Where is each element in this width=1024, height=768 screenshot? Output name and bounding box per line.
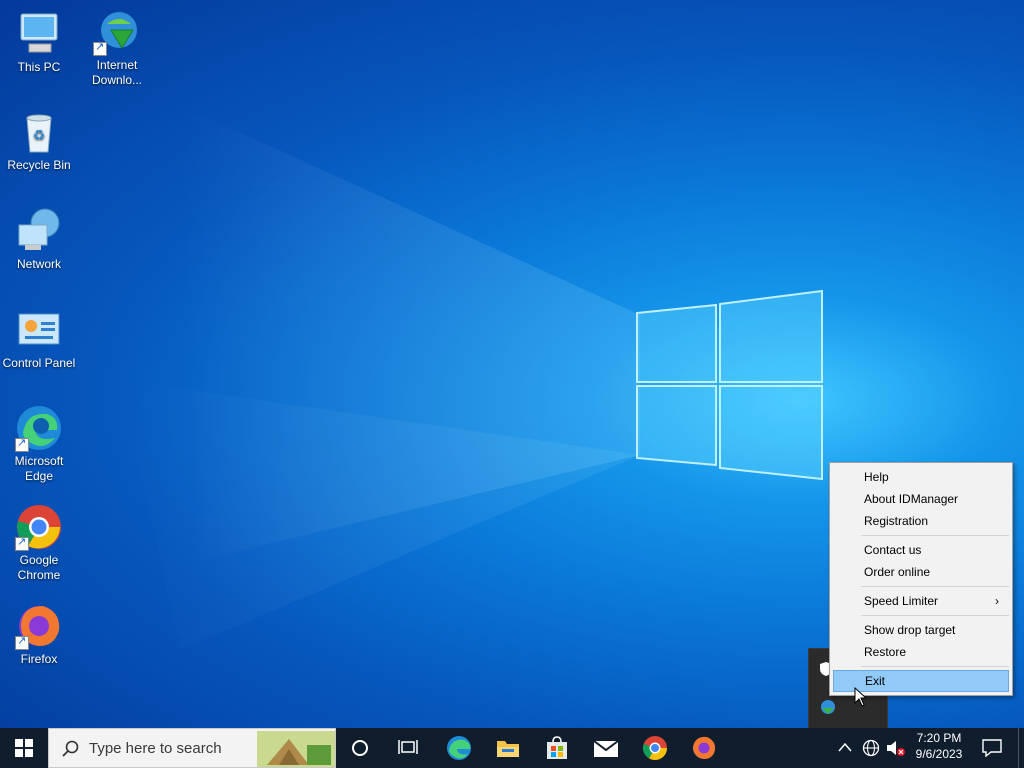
idm-tray-icon[interactable]: [819, 699, 837, 720]
desktop-icon-this-pc[interactable]: This PC: [0, 10, 78, 75]
taskbar-edge[interactable]: [435, 728, 483, 768]
chrome-icon: [642, 736, 667, 761]
chevron-right-icon: ›: [995, 594, 999, 608]
task-view-button[interactable]: [384, 728, 432, 768]
network-status-button[interactable]: [862, 739, 880, 762]
menu-separator: [861, 666, 1009, 667]
desktop-icon-label: Google Chrome: [17, 553, 61, 582]
clock-date: 9/6/2023: [915, 747, 963, 761]
cortana-button[interactable]: [336, 728, 384, 768]
shortcut-arrow-icon: [15, 436, 29, 452]
shortcut-arrow-icon: [15, 634, 29, 650]
taskbar-microsoft-store[interactable]: [533, 728, 581, 768]
desktop-icon-label: This PC: [17, 60, 61, 74]
network-icon: [15, 207, 63, 255]
this-pc-icon: [15, 10, 63, 58]
menu-item-show-drop-target[interactable]: Show drop target: [833, 619, 1009, 641]
desktop-icon-label: Firefox: [20, 652, 58, 666]
mail-icon: [593, 740, 619, 757]
search-placeholder: Type here to search: [89, 740, 222, 757]
firefox-icon: [693, 736, 716, 759]
shortcut-arrow-icon: [15, 535, 29, 551]
file-explorer-icon: [497, 741, 519, 757]
desktop-icon-control-panel[interactable]: Control Panel: [0, 306, 78, 371]
menu-separator: [861, 535, 1009, 536]
idm-tray-context-menu: Help About IDManager Registration Contac…: [829, 462, 1013, 696]
menu-item-help[interactable]: Help: [833, 466, 1009, 488]
menu-item-order-online[interactable]: Order online: [833, 561, 1009, 583]
show-hidden-icons-button[interactable]: [838, 740, 852, 758]
mouse-cursor-icon: [854, 687, 868, 707]
taskbar-file-explorer[interactable]: [484, 728, 532, 768]
desktop-icon-firefox[interactable]: Firefox: [0, 602, 78, 667]
chevron-up-icon: [838, 742, 852, 752]
internet-download-manager-icon: [93, 8, 141, 56]
desktop-icon-label: Microsoft Edge: [14, 454, 64, 483]
windows-logo: [636, 289, 823, 481]
desktop-icon-label: Internet Downlo...: [91, 58, 143, 87]
edge-icon: [447, 736, 471, 760]
menu-item-registration[interactable]: Registration: [833, 510, 1009, 532]
taskbar-search-box[interactable]: Type here to search: [48, 728, 336, 768]
desktop-icon-label: Recycle Bin: [7, 158, 71, 172]
task-view-icon: [398, 740, 418, 754]
volume-button[interactable]: [886, 739, 906, 762]
menu-item-speed-limiter[interactable]: Speed Limiter ›: [833, 590, 1009, 612]
search-highlight-image: [257, 731, 335, 767]
svg-text:♻: ♻: [33, 127, 46, 143]
desktop-icon-microsoft-edge[interactable]: Microsoft Edge: [0, 404, 78, 484]
desktop-icon-network[interactable]: Network: [0, 207, 78, 272]
taskbar-mail[interactable]: [582, 728, 630, 768]
firefox-icon: [15, 602, 63, 650]
cortana-icon: [352, 740, 368, 756]
menu-separator: [861, 586, 1009, 587]
show-desktop-button[interactable]: [1018, 728, 1024, 768]
taskbar-chrome[interactable]: [631, 728, 679, 768]
notification-icon: [982, 739, 1002, 757]
shortcut-arrow-icon: [93, 40, 107, 56]
desktop-icon-google-chrome[interactable]: Google Chrome: [0, 503, 78, 583]
menu-item-restore[interactable]: Restore: [833, 641, 1009, 663]
start-button[interactable]: [0, 728, 48, 768]
desktop-icon-recycle-bin[interactable]: ♻ Recycle Bin: [0, 108, 78, 173]
chrome-icon: [15, 503, 63, 551]
windows-start-icon: [15, 739, 33, 757]
desktop-icon-label: Network: [16, 257, 61, 271]
action-center-button[interactable]: [968, 728, 1016, 768]
control-panel-icon: [15, 306, 63, 354]
taskbar: Type here to search 7:20 PM 9/6/2023: [0, 728, 1024, 768]
volume-muted-icon: [887, 741, 905, 756]
clock[interactable]: 7:20 PM 9/6/2023: [908, 731, 970, 761]
menu-item-contact-us[interactable]: Contact us: [833, 539, 1009, 561]
globe-network-icon: [862, 739, 880, 757]
microsoft-store-icon: [547, 736, 567, 759]
search-icon: [62, 740, 79, 757]
menu-separator: [861, 615, 1009, 616]
menu-item-about[interactable]: About IDManager: [833, 488, 1009, 510]
recycle-bin-icon: ♻: [15, 108, 63, 156]
menu-item-label: Speed Limiter: [864, 594, 939, 608]
clock-time: 7:20 PM: [916, 731, 962, 745]
desktop-icon-internet-download-manager[interactable]: Internet Downlo...: [78, 8, 156, 88]
edge-icon: [15, 404, 63, 452]
desktop-icon-label: Control Panel: [2, 356, 76, 370]
taskbar-firefox[interactable]: [680, 728, 728, 768]
